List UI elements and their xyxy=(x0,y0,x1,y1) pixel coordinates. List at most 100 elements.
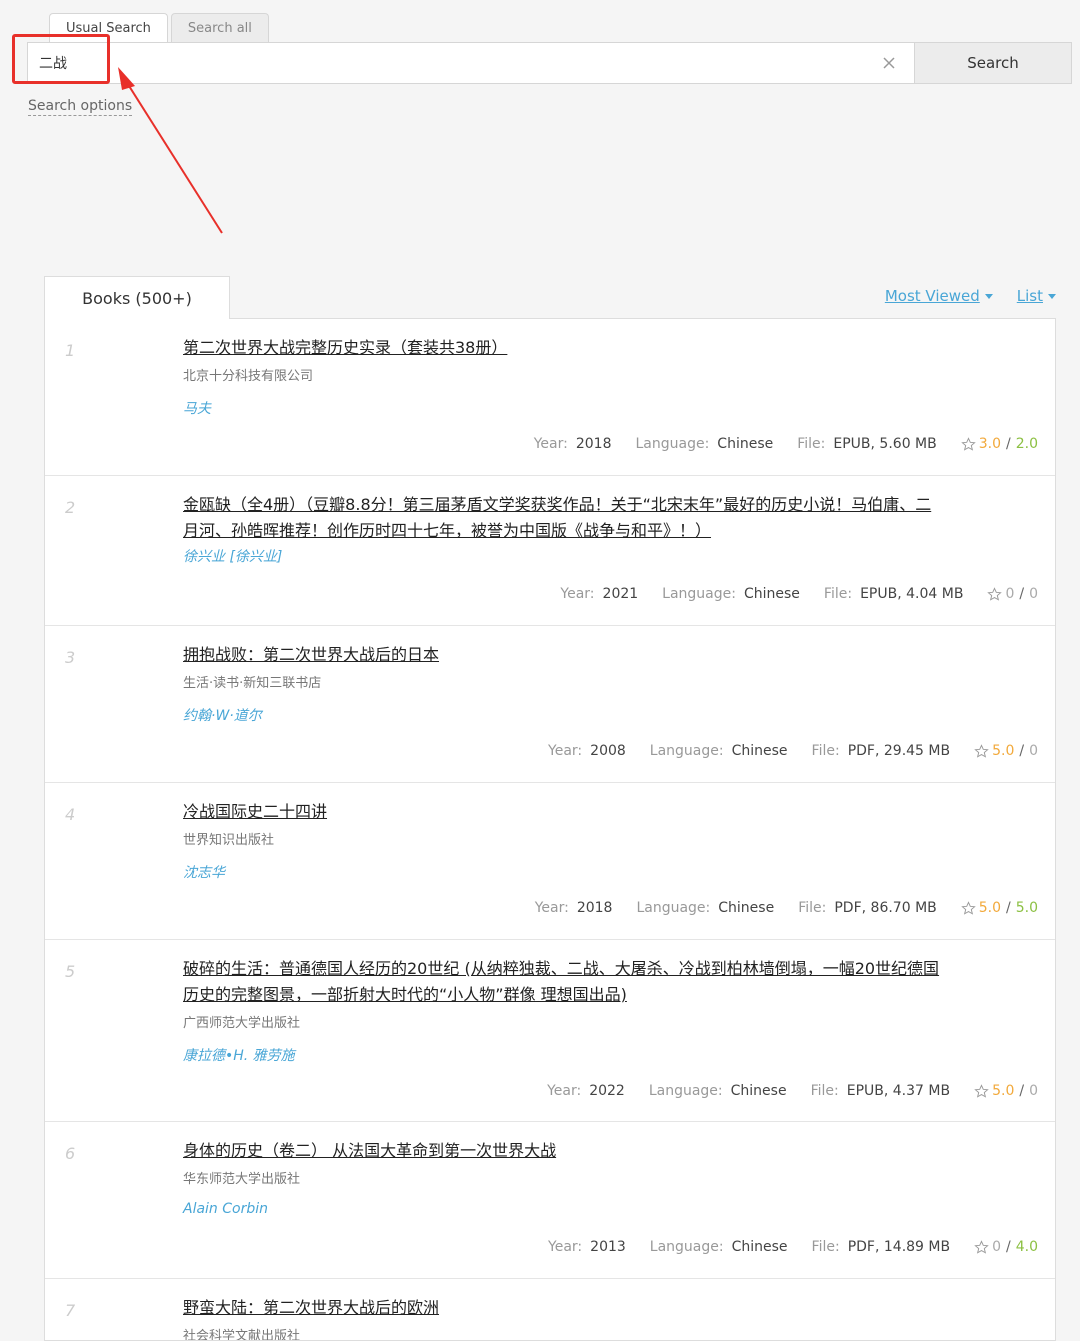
file-label: File: xyxy=(823,586,853,602)
book-author-link[interactable]: 沈志华 xyxy=(183,862,225,882)
book-author-link[interactable]: 马夫 xyxy=(183,398,211,418)
row-number: 7 xyxy=(65,1301,76,1320)
list-item: 4 冷战国际史二十四讲 世界知识出版社 沈志华 Year: 2018 Langua… xyxy=(45,783,1055,940)
view-mode-dropdown[interactable]: List xyxy=(1017,287,1056,305)
list-item: 3 拥抱战败：第二次世界大战后的日本 生活·读书·新知三联书店 约翰·W·道尔 … xyxy=(45,626,1055,783)
file-value: EPUB, 4.37 MB xyxy=(846,1083,951,1099)
tab-search-all[interactable]: Search all xyxy=(170,13,269,43)
rating-interest: 5.0 xyxy=(978,900,1002,916)
language-label: Language: xyxy=(635,436,710,452)
row-number: 6 xyxy=(65,1144,76,1163)
search-button[interactable]: Search xyxy=(914,42,1072,84)
tab-books-results[interactable]: Books (500+) xyxy=(44,276,230,319)
book-meta: Year: 2008 Language: Chinese File: PDF, 29.… xyxy=(548,743,1038,759)
book-publisher: 生活·读书·新知三联书店 xyxy=(183,676,322,691)
rating-quality: 2.0 xyxy=(1015,436,1038,452)
rating-interest: 0 xyxy=(992,1239,1002,1255)
language-label: Language: xyxy=(636,900,711,916)
book-title-link[interactable]: 第二次世界大战完整历史实录（套装共38册） xyxy=(183,335,943,361)
year-value: 2018 xyxy=(576,900,613,916)
book-publisher: 世界知识出版社 xyxy=(183,833,275,848)
tab-usual-search[interactable]: Usual Search xyxy=(49,13,168,44)
sort-most-viewed-label: Most Viewed xyxy=(884,287,980,305)
rating: 0/0 xyxy=(987,586,1038,602)
star-icon xyxy=(974,743,989,758)
file-value: PDF, 86.70 MB xyxy=(834,900,937,916)
rating-interest: 5.0 xyxy=(992,743,1015,759)
year-label: Year: xyxy=(548,1239,583,1255)
star-icon xyxy=(961,900,976,915)
file-value: PDF, 14.89 MB xyxy=(847,1239,951,1255)
search-bar: Search xyxy=(27,42,1072,84)
language-label: Language: xyxy=(662,586,736,602)
language-label: Language: xyxy=(649,743,724,759)
book-title-link[interactable]: 拥抱战败：第二次世界大战后的日本 xyxy=(183,642,943,668)
file-value: EPUB, 4.04 MB xyxy=(860,586,964,602)
language-value: Chinese xyxy=(730,1083,787,1099)
book-title-link[interactable]: 破碎的生活：普通德国人经历的20世纪 (从纳粹独裁、二战、大屠杀、冷战到柏林墙倒… xyxy=(183,956,943,1008)
view-mode-label: List xyxy=(1016,287,1043,305)
rating-quality: 0 xyxy=(1029,743,1038,759)
star-icon xyxy=(987,586,1003,601)
rating-interest: 5.0 xyxy=(992,1083,1015,1099)
book-title-link[interactable]: 野蛮大陆：第二次世界大战后的欧洲 xyxy=(183,1295,943,1321)
file-label: File: xyxy=(811,1239,840,1255)
search-input-wrapper xyxy=(27,42,914,84)
search-mode-tabs: Usual Search Search all xyxy=(49,13,272,44)
list-item: 7 野蛮大陆：第二次世界大战后的欧洲 社会科学文献出版社 xyxy=(45,1279,1055,1340)
star-icon xyxy=(974,1239,989,1254)
file-label: File: xyxy=(811,743,840,759)
book-title-link[interactable]: 身体的历史（卷二） 从法国大革命到第一次世界大战 xyxy=(183,1138,943,1164)
year-value: 2018 xyxy=(575,436,612,452)
year-label: Year: xyxy=(548,743,583,759)
file-label: File: xyxy=(810,1083,839,1099)
row-number: 1 xyxy=(65,341,76,360)
rating-quality: 0 xyxy=(1029,586,1038,602)
year-label: Year: xyxy=(547,1083,582,1099)
book-publisher: 北京十分科技有限公司 xyxy=(183,369,314,384)
book-author-link[interactable]: Alain Corbin xyxy=(183,1201,268,1217)
search-options-link[interactable]: Search options xyxy=(28,98,133,116)
book-meta: Year: 2018 Language: Chinese File: EPUB, 5.… xyxy=(534,436,1038,452)
file-value: EPUB, 5.60 MB xyxy=(833,436,937,452)
row-number: 5 xyxy=(65,962,76,981)
book-title-link[interactable]: 冷战国际史二十四讲 xyxy=(183,799,943,825)
book-title-link[interactable]: 金瓯缺（全4册）（豆瓣8.8分！第三届茅盾文学奖获奖作品！关于“北宋末年”最好的… xyxy=(183,492,943,544)
language-value: Chinese xyxy=(717,436,774,452)
results-list: 1 第二次世界大战完整历史实录（套装共38册） 北京十分科技有限公司 马夫 Ye… xyxy=(44,318,1056,1341)
row-number: 3 xyxy=(65,648,76,667)
language-label: Language: xyxy=(648,1083,723,1099)
book-meta: Year: 2018 Language: Chinese File: PDF, 86.… xyxy=(535,900,1038,916)
book-meta: Year: 2013 Language: Chinese File: PDF, 14.… xyxy=(548,1239,1038,1255)
language-value: Chinese xyxy=(718,900,775,916)
rating-quality: 0 xyxy=(1029,1083,1038,1099)
row-number: 4 xyxy=(65,805,76,824)
year-value: 2013 xyxy=(590,1239,626,1255)
sort-most-viewed-dropdown[interactable]: Most Viewed xyxy=(885,287,993,305)
sort-controls: Most Viewed List xyxy=(885,287,1056,305)
rating-quality: 4.0 xyxy=(1015,1239,1038,1255)
book-author-link[interactable]: 约翰·W·道尔 xyxy=(183,705,262,725)
language-value: Chinese xyxy=(731,743,788,759)
rating: 5.0/5.0 xyxy=(961,900,1038,916)
list-item: 6 身体的历史（卷二） 从法国大革命到第一次世界大战 华东师范大学出版社 Ala… xyxy=(45,1122,1055,1279)
chevron-down-icon xyxy=(984,294,993,299)
rating-quality: 5.0 xyxy=(1015,900,1038,916)
book-meta: Year: 2021 Language: Chinese File: EPUB, 4.… xyxy=(560,586,1038,602)
book-meta: Year: 2022 Language: Chinese File: EPUB, 4.… xyxy=(547,1083,1038,1099)
year-value: 2022 xyxy=(589,1083,625,1099)
close-icon[interactable] xyxy=(880,54,898,72)
row-number: 2 xyxy=(65,498,76,517)
search-input[interactable] xyxy=(28,43,914,83)
language-label: Language: xyxy=(649,1239,724,1255)
rating: 3.0/2.0 xyxy=(961,436,1038,452)
year-value: 2021 xyxy=(602,586,639,602)
rating-interest: 3.0 xyxy=(978,436,1002,452)
year-label: Year: xyxy=(560,586,595,602)
book-author-link[interactable]: 康拉德•H. 雅劳施 xyxy=(183,1045,295,1065)
rating: 5.0/0 xyxy=(974,1083,1038,1099)
book-author-link[interactable]: 徐兴业 [徐兴业] xyxy=(183,546,282,566)
book-publisher: 华东师范大学出版社 xyxy=(183,1172,301,1187)
list-item: 5 破碎的生活：普通德国人经历的20世纪 (从纳粹独裁、二战、大屠杀、冷战到柏林… xyxy=(45,940,1055,1122)
list-item: 1 第二次世界大战完整历史实录（套装共38册） 北京十分科技有限公司 马夫 Ye… xyxy=(45,319,1055,476)
